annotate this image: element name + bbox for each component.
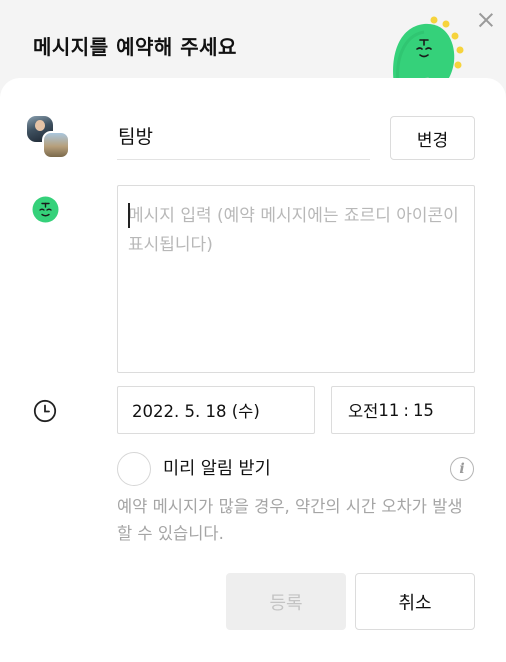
schedule-message-dialog: 메시지를 예약해 주세요 팀방 변경 메시지 입력 (예약 메시지에는 죠르디 … — [0, 0, 506, 662]
time-error-notice: 예약 메시지가 많을 경우, 약간의 시간 오차가 발생할 수 있습니다. — [117, 497, 463, 543]
message-placeholder: 메시지 입력 (예약 메시지에는 죠르디 아이콘이 표시됩니다) — [128, 206, 459, 255]
dialog-title: 메시지를 예약해 주세요 — [33, 35, 237, 59]
member-avatar-2 — [42, 131, 70, 159]
text-caret — [128, 203, 130, 228]
register-button[interactable]: 등록 — [226, 573, 346, 630]
reminder-checkbox[interactable] — [117, 452, 151, 486]
time-separator: : — [403, 400, 409, 420]
room-divider — [117, 159, 370, 160]
time-picker[interactable]: 오전 11 : 15 — [331, 386, 475, 434]
ampm-value: 오전 — [348, 402, 379, 421]
date-value: 2022. 5. 18 (수) — [132, 402, 260, 421]
cancel-button[interactable]: 취소 — [355, 573, 475, 630]
close-icon[interactable] — [476, 10, 496, 30]
room-avatar — [27, 116, 71, 160]
clock-icon — [33, 399, 57, 423]
change-room-button[interactable]: 변경 — [390, 116, 475, 160]
info-icon[interactable]: i — [450, 457, 474, 481]
room-name: 팀방 — [118, 126, 153, 148]
minute-value[interactable]: 15 — [413, 401, 434, 420]
hour-value[interactable]: 11 — [378, 401, 399, 420]
reminder-label[interactable]: 미리 알림 받기 — [163, 455, 271, 480]
date-picker[interactable]: 2022. 5. 18 (수) — [117, 386, 315, 434]
message-input[interactable]: 메시지 입력 (예약 메시지에는 죠르디 아이콘이 표시됩니다) — [117, 185, 475, 373]
jordy-face-icon — [32, 196, 59, 223]
